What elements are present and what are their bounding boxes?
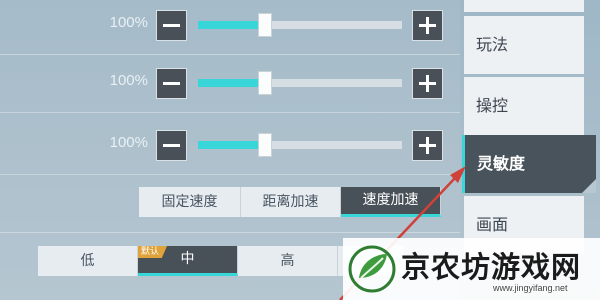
percent-label: 100% — [109, 72, 148, 89]
divider — [0, 232, 460, 233]
decrease-button[interactable] — [156, 10, 187, 41]
sidebar-tab-gameplay[interactable]: 玩法 — [464, 16, 584, 74]
minus-icon — [163, 24, 180, 27]
increase-button[interactable] — [412, 10, 443, 41]
slider-handle[interactable] — [258, 13, 273, 37]
leaf-logo-icon — [348, 245, 396, 293]
sensitivity-row-2: 100% — [0, 51, 460, 113]
slider-fill — [198, 79, 266, 87]
minus-icon — [163, 82, 180, 85]
percent-label: 100% — [109, 134, 148, 151]
sidebar-tab-controls[interactable]: 操控 — [464, 77, 584, 135]
decrease-button[interactable] — [156, 68, 187, 99]
option-fixed-speed[interactable]: 固定速度 — [139, 187, 241, 217]
slider-handle[interactable] — [258, 133, 273, 157]
sensitivity-row-1: 100% — [0, 0, 460, 55]
watermark-url: www.jingyifang.net — [493, 283, 568, 293]
sidebar-tab-top[interactable] — [464, 0, 584, 12]
option-distance-accel[interactable]: 距离加速 — [241, 187, 341, 217]
watermark: 京农坊游戏网 www.jingyifang.net — [343, 238, 600, 300]
percent-label: 100% — [109, 14, 148, 31]
option-high[interactable]: 高 — [238, 246, 338, 276]
increase-button[interactable] — [412, 68, 443, 99]
option-low[interactable]: 低 — [38, 246, 138, 276]
option-medium[interactable]: 默认 中 — [138, 246, 238, 276]
decrease-button[interactable] — [156, 130, 187, 161]
slider-track[interactable] — [198, 71, 402, 95]
divider — [0, 174, 460, 175]
default-badge: 默认 — [138, 246, 168, 258]
slider-fill — [198, 141, 266, 149]
sidebar-tab-sensitivity[interactable]: 灵敏度 — [462, 135, 596, 193]
watermark-title: 京农坊游戏网 — [401, 250, 582, 284]
option-speed-accel[interactable]: 速度加速 — [341, 187, 441, 217]
acceleration-mode-selector: 固定速度 距离加速 速度加速 — [139, 187, 441, 217]
increase-button[interactable] — [412, 130, 443, 161]
slider-track[interactable] — [198, 133, 402, 157]
slider-handle[interactable] — [258, 71, 273, 95]
sidebar-tab-sensitivity-label: 灵敏度 — [477, 154, 526, 173]
slider-track[interactable] — [198, 13, 402, 37]
sensitivity-row-3: 100% — [0, 113, 460, 175]
option-medium-label: 中 — [180, 251, 195, 267]
slider-fill — [198, 21, 266, 29]
minus-icon — [163, 144, 180, 147]
